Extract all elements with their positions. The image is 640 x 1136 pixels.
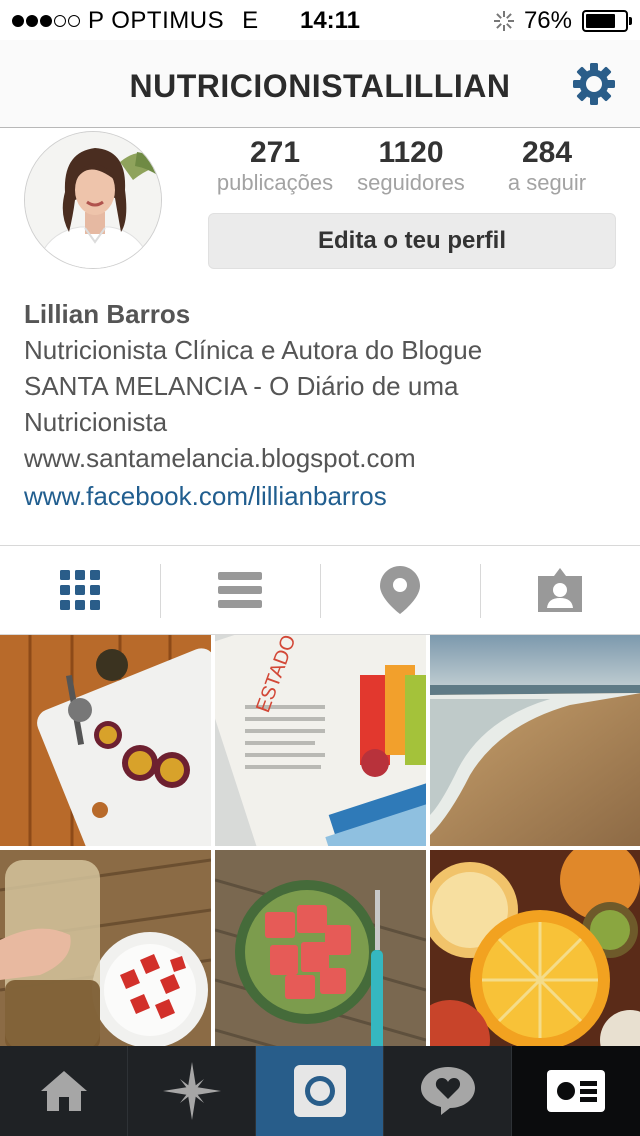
bio-line: Nutricionista Clínica e Autora do Blogue	[24, 335, 483, 365]
bio-line: Nutricionista	[24, 407, 168, 437]
profile-bio: Lillian Barros Nutricionista Clínica e A…	[24, 296, 624, 516]
beach-photo[interactable]	[430, 635, 640, 846]
activity-spinner-icon	[493, 11, 514, 31]
tab-tagged-photos[interactable]	[480, 546, 640, 634]
profile-stats: 271 publicações 1120 seguidores 284 a se…	[208, 136, 616, 200]
profile-username-title: NUTRICIONISTALILLIAN	[129, 68, 511, 104]
profile-view-tabs	[0, 545, 640, 635]
battery-percent: 76%	[523, 7, 572, 34]
grid-view-icon	[60, 570, 100, 610]
citrus-fruits-photo[interactable]	[430, 850, 640, 1061]
posts-label: publicações	[216, 170, 334, 195]
watermelon-photo[interactable]	[215, 850, 426, 1061]
tab-explore[interactable]	[128, 1046, 256, 1136]
status-bar: P OPTIMUS E 14:11 76%	[0, 0, 640, 40]
magazine-juice-photo[interactable]: ESTADO LÍQUIDO	[215, 635, 426, 846]
photo-grid: ESTADO LÍQUIDO	[0, 635, 640, 1061]
stat-posts[interactable]: 271 publicações	[208, 136, 342, 196]
following-count: 284	[521, 136, 573, 169]
bottom-tab-bar	[0, 1046, 640, 1136]
profile-avatar[interactable]	[24, 131, 162, 269]
stat-followers[interactable]: 1120 seguidores	[344, 136, 478, 196]
bio-line: www.santamelancia.blogspot.com	[24, 443, 416, 473]
location-pin-icon	[380, 566, 420, 614]
edit-profile-button[interactable]: Edita o teu perfil	[208, 213, 616, 269]
profile-website-link[interactable]: www.facebook.com/lillianbarros	[24, 476, 624, 516]
posts-count: 271	[249, 136, 301, 169]
tab-map-view[interactable]	[320, 546, 480, 634]
tab-profile[interactable]	[512, 1046, 640, 1136]
tab-home[interactable]	[0, 1046, 128, 1136]
followers-count: 1120	[378, 136, 444, 169]
following-label: a seguir	[507, 170, 587, 195]
battery-icon	[582, 10, 632, 32]
tab-grid-view[interactable]	[0, 546, 160, 634]
nav-bar: NUTRICIONISTALILLIAN	[0, 40, 640, 128]
passion-fruit-photo[interactable]	[0, 635, 211, 846]
tagged-photos-icon	[538, 568, 582, 612]
jar-strawberries-photo[interactable]	[0, 850, 211, 1061]
list-view-icon	[218, 572, 262, 608]
bio-line: SANTA MELANCIA - O Diário de uma	[24, 371, 459, 401]
tab-camera[interactable]	[256, 1046, 384, 1136]
camera-icon	[293, 1065, 346, 1117]
followers-label: seguidores	[357, 170, 465, 195]
gear-icon[interactable]	[572, 62, 616, 106]
tab-list-view[interactable]	[160, 546, 320, 634]
battery-fill	[586, 14, 615, 28]
explore-star-icon	[162, 1062, 221, 1120]
activity-heart-bubble-icon	[420, 1067, 475, 1115]
stat-following[interactable]: 284 a seguir	[480, 136, 614, 196]
profile-card-icon	[547, 1070, 605, 1112]
tab-activity[interactable]	[384, 1046, 512, 1136]
full-name: Lillian Barros	[24, 299, 191, 329]
home-icon	[40, 1071, 87, 1111]
status-right: 76%	[493, 7, 632, 35]
